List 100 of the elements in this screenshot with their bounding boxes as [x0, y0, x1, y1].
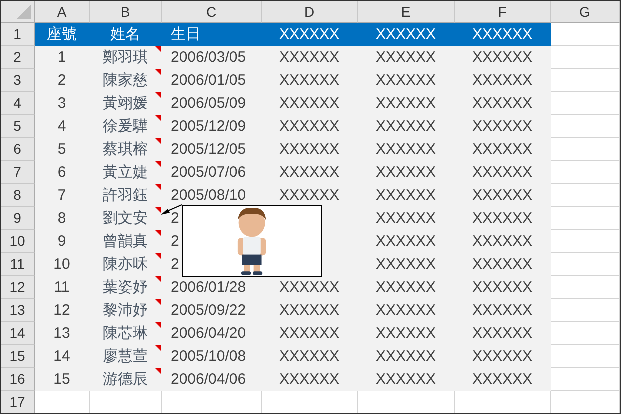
table-cell: 蔡琪榕: [90, 138, 162, 161]
table-cell: XXXXXX: [358, 276, 455, 299]
column-header[interactable]: E: [358, 1, 455, 23]
row-header[interactable]: 16: [1, 368, 35, 391]
table-cell: XXXXXX: [358, 92, 455, 115]
table-cell: XXXXXX: [455, 368, 551, 391]
table-cell: 2005/10/08: [162, 345, 262, 368]
table-cell: 2005/07/06: [162, 161, 262, 184]
table-cell: XXXXXX: [455, 253, 551, 276]
table-cell: XXXXXX: [262, 46, 358, 69]
table-cell: XXXXXX: [358, 299, 455, 322]
row-header[interactable]: 8: [1, 184, 35, 207]
row-header[interactable]: 6: [1, 138, 35, 161]
table-cell: 游德辰: [90, 368, 162, 391]
table-cell: XXXXXX: [262, 69, 358, 92]
table-cell: 葉姿妤: [90, 276, 162, 299]
table-cell: 13: [35, 322, 90, 345]
row-header[interactable]: 5: [1, 115, 35, 138]
row-header[interactable]: 1: [1, 23, 35, 46]
table-cell: XXXXXX: [358, 207, 455, 230]
table-cell: 2006/01/28: [162, 276, 262, 299]
row-header[interactable]: 14: [1, 322, 35, 345]
table-cell: 6: [35, 161, 90, 184]
table-cell: XXXXXX: [358, 161, 455, 184]
table-cell: 12: [35, 299, 90, 322]
row-header[interactable]: 2: [1, 46, 35, 69]
column-header[interactable]: C: [162, 1, 262, 23]
table-cell: 15: [35, 368, 90, 391]
table-cell: 許羽鈺: [90, 184, 162, 207]
row-header[interactable]: 13: [1, 299, 35, 322]
table-cell: 8: [35, 207, 90, 230]
table-cell: 2006/04/06: [162, 368, 262, 391]
row-header[interactable]: 10: [1, 230, 35, 253]
table-cell: 劉文安: [90, 207, 162, 230]
table-cell: 5: [35, 138, 90, 161]
table-cell: 2: [35, 69, 90, 92]
table-cell: XXXXXX: [455, 207, 551, 230]
table-cell: 陳芯琳: [90, 322, 162, 345]
table-cell: XXXXXX: [455, 299, 551, 322]
row-header[interactable]: 15: [1, 345, 35, 368]
column-header[interactable]: F: [455, 1, 551, 23]
table-cell: 徐爰驊: [90, 115, 162, 138]
row-header[interactable]: 11: [1, 253, 35, 276]
table-cell: 4: [35, 115, 90, 138]
table-cell: 2006/05/09: [162, 92, 262, 115]
table-cell: 曾韻真: [90, 230, 162, 253]
row-header[interactable]: 9: [1, 207, 35, 230]
table-cell: 黎沛妤: [90, 299, 162, 322]
table-cell: XXXXXX: [455, 69, 551, 92]
table-cell: 2005/08/10: [162, 184, 262, 207]
row-header[interactable]: 7: [1, 161, 35, 184]
table-cell: XXXXXX: [455, 92, 551, 115]
table-cell: 黃翊媛: [90, 92, 162, 115]
table-cell: XXXXXX: [262, 368, 358, 391]
select-all-icon[interactable]: [17, 5, 31, 19]
table-cell: XXXXXX: [262, 299, 358, 322]
table-cell: XXXXXX: [455, 184, 551, 207]
table-cell: 陳家慈: [90, 69, 162, 92]
column-header[interactable]: B: [90, 1, 162, 23]
table-cell: XXXXXX: [455, 115, 551, 138]
row-header[interactable]: 17: [1, 391, 35, 413]
table-cell: 2006/03/05: [162, 46, 262, 69]
table-cell: XXXXXX: [455, 345, 551, 368]
table-cell: 鄭羽琪: [90, 46, 162, 69]
table-cell: XXXXXX: [455, 230, 551, 253]
table-cell: XXXXXX: [358, 184, 455, 207]
header-cell: XXXXXX: [358, 23, 455, 46]
header-cell: 姓名: [90, 23, 162, 46]
header-cell: XXXXXX: [455, 23, 551, 46]
table-cell: 2005/12/05: [162, 138, 262, 161]
table-cell: 14: [35, 345, 90, 368]
table-cell: XXXXXX: [358, 69, 455, 92]
table-cell: XXXXXX: [358, 253, 455, 276]
table-cell: XXXXXX: [262, 161, 358, 184]
row-header[interactable]: 12: [1, 276, 35, 299]
table-cell: 2006/01/05: [162, 69, 262, 92]
row-header[interactable]: 3: [1, 69, 35, 92]
table-cell: XXXXXX: [262, 184, 358, 207]
table-cell: XXXXXX: [262, 138, 358, 161]
table-cell: XXXXXX: [455, 276, 551, 299]
table-cell: XXXXXX: [262, 345, 358, 368]
header-cell: 生日: [162, 23, 262, 46]
table-cell: 2005/09/22: [162, 299, 262, 322]
table-cell: XXXXXX: [455, 322, 551, 345]
table-cell: XXXXXX: [455, 161, 551, 184]
row-header[interactable]: 4: [1, 92, 35, 115]
column-header[interactable]: G: [551, 1, 620, 23]
table-cell: 1: [35, 46, 90, 69]
table-cell: XXXXXX: [455, 138, 551, 161]
table-cell: XXXXXX: [358, 230, 455, 253]
table-cell: 2005/12/09: [162, 115, 262, 138]
table-cell: 黃立婕: [90, 161, 162, 184]
header-cell: 座號: [35, 23, 90, 46]
table-cell: 陳亦咊: [90, 253, 162, 276]
table-cell: 11: [35, 276, 90, 299]
column-header[interactable]: A: [35, 1, 90, 23]
table-cell: 10: [35, 253, 90, 276]
table-cell: XXXXXX: [358, 368, 455, 391]
header-cell: XXXXXX: [262, 23, 358, 46]
column-header[interactable]: D: [262, 1, 358, 23]
